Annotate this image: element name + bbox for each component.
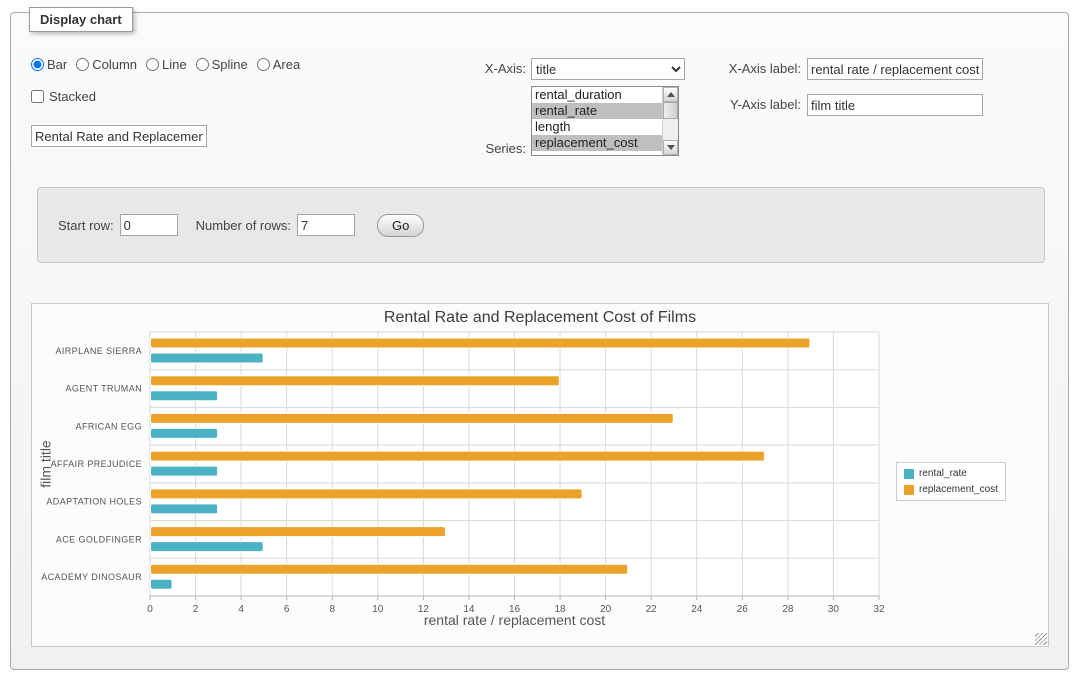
chart-type-spline[interactable]: Spline	[196, 57, 248, 72]
chart-type-line[interactable]: Line	[146, 57, 187, 72]
y-axis-label-input[interactable]	[807, 94, 983, 116]
bar-replacement_cost	[151, 338, 810, 348]
category-label: AIRPLANE SIERRA	[55, 346, 142, 356]
stacked-checkbox-row[interactable]: Stacked	[31, 89, 96, 104]
bar-replacement_cost	[151, 527, 446, 537]
arrow-down-icon	[667, 145, 675, 150]
series-option-length[interactable]: length	[532, 119, 662, 135]
bar-replacement_cost	[151, 489, 583, 499]
category-label: ACADEMY DINOSAUR	[41, 572, 142, 582]
chart-type-radio-spline[interactable]	[196, 58, 209, 71]
chart-type-label: Column	[92, 57, 137, 72]
bar-rental_rate	[151, 542, 264, 552]
chart-type-bar[interactable]: Bar	[31, 57, 67, 72]
display-chart-legend: Display chart	[29, 7, 133, 32]
bar-rental_rate	[151, 466, 218, 476]
chart-legend: rental_rate replacement_cost	[896, 462, 1006, 501]
bar-rental_rate	[151, 391, 218, 401]
bar-replacement_cost	[151, 564, 628, 574]
x-axis-select-label: X-Axis:	[391, 61, 526, 76]
category-label: ADAPTATION HOLES	[46, 497, 142, 507]
series-select-label: Series:	[391, 141, 526, 156]
bar-replacement_cost	[151, 376, 560, 386]
legend-item-rental_rate: rental_rate	[904, 468, 998, 479]
y-axis-title: film title	[38, 440, 54, 487]
chart-type-label: Bar	[47, 57, 67, 72]
bar-rental_rate	[151, 579, 173, 589]
page: Display chart Bar Column Line Spline Area St…	[0, 0, 1081, 681]
category-label: AGENT TRUMAN	[66, 384, 142, 394]
go-button[interactable]: Go	[377, 214, 424, 237]
stacked-label: Stacked	[49, 89, 96, 104]
category-label: AFFAIR PREJUDICE	[51, 459, 142, 469]
bar-replacement_cost	[151, 413, 674, 423]
stacked-checkbox[interactable]	[31, 90, 44, 103]
number-of-rows-label: Number of rows:	[196, 218, 291, 233]
series-option-replacement_cost[interactable]: replacement_cost	[532, 135, 662, 151]
chart-type-label: Area	[273, 57, 300, 72]
chart-type-label: Spline	[212, 57, 248, 72]
bar-rental_rate	[151, 504, 218, 514]
legend-label: rental_rate	[919, 468, 967, 479]
chart-type-group: Bar Column Line Spline Area	[31, 57, 300, 72]
chart-panel: Rental Rate and Replacement Cost of Film…	[31, 303, 1049, 647]
resize-handle-icon[interactable]	[1035, 633, 1047, 645]
chart-type-radio-area[interactable]	[257, 58, 270, 71]
x-axis-title: rental rate / replacement cost	[150, 612, 879, 628]
y-axis-label-label: Y-Axis label:	[611, 97, 801, 112]
legend-item-replacement_cost: replacement_cost	[904, 484, 998, 495]
category-label: ACE GOLDFINGER	[56, 534, 142, 544]
chart-type-area[interactable]: Area	[257, 57, 300, 72]
bar-rental_rate	[151, 353, 264, 363]
number-of-rows-input[interactable]	[297, 214, 355, 236]
scroll-down-button[interactable]	[663, 140, 678, 155]
x-axis-label-input[interactable]	[807, 58, 983, 80]
rows-panel: Start row: Number of rows: Go	[37, 187, 1045, 263]
x-axis-label-label: X-Axis label:	[611, 61, 801, 76]
chart-type-radio-bar[interactable]	[31, 58, 44, 71]
category-label: AFRICAN EGG	[76, 421, 142, 431]
bar-rental_rate	[151, 428, 218, 438]
legend-label: replacement_cost	[919, 484, 998, 495]
bar-replacement_cost	[151, 451, 765, 461]
start-row-label: Start row:	[58, 218, 114, 233]
legend-swatch	[904, 485, 914, 495]
chart-type-radio-column[interactable]	[76, 58, 89, 71]
chart-type-column[interactable]: Column	[76, 57, 137, 72]
chart-type-label: Line	[162, 57, 187, 72]
chart-title-input[interactable]	[31, 125, 207, 147]
legend-swatch	[904, 469, 914, 479]
start-row-input[interactable]	[120, 214, 178, 236]
display-chart-fieldset: Display chart BarColumnLineSplineArea St…	[10, 12, 1069, 670]
chart-type-radio-line[interactable]	[146, 58, 159, 71]
